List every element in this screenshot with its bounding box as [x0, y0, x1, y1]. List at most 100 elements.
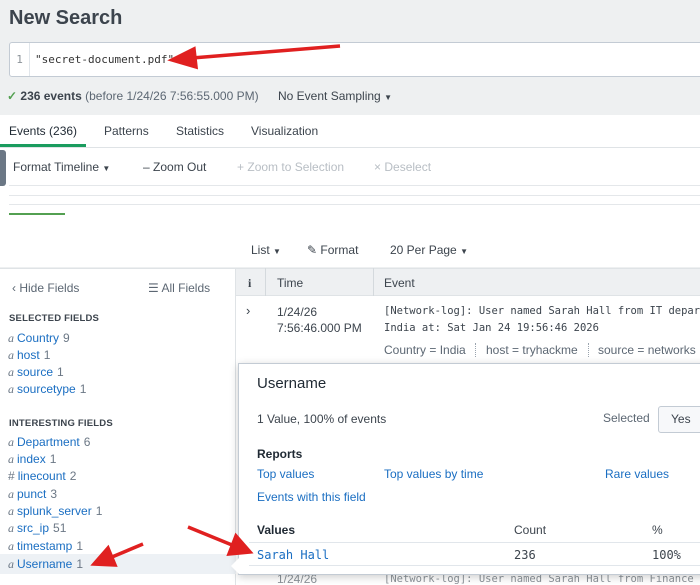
event-count: 236 events	[20, 89, 82, 103]
per-page-label: 20 Per Page	[390, 243, 457, 257]
list-label: List	[251, 243, 270, 257]
string-type-icon: a	[8, 435, 14, 449]
expand-row-chevron-icon[interactable]: ›	[246, 303, 250, 318]
string-type-icon: a	[8, 382, 14, 396]
sampling-label: No Event Sampling	[278, 89, 381, 103]
field-name: index	[17, 452, 46, 466]
field-name: Country	[17, 331, 60, 345]
field-item-timestamp[interactable]: a timestamp 1	[8, 539, 83, 554]
field-value-source[interactable]: source = networks	[598, 343, 696, 357]
format-timeline-label: Format Timeline	[13, 160, 100, 174]
string-type-icon: a	[8, 348, 14, 362]
value-percent: 100%	[652, 548, 681, 562]
field-count: 1	[95, 504, 103, 518]
string-type-icon: a	[8, 487, 14, 501]
values-header: Values	[257, 523, 296, 537]
format-button[interactable]: ✎ Format	[307, 243, 358, 257]
timeline-gridline	[9, 195, 700, 196]
time-column-header[interactable]: Time	[277, 276, 303, 290]
value-count: 236	[514, 548, 536, 562]
field-value-country[interactable]: Country = India	[384, 343, 466, 357]
kv-divider	[475, 343, 476, 357]
field-count: 1	[76, 557, 84, 571]
format-label: Format	[320, 243, 359, 257]
check-icon: ✓	[7, 89, 18, 103]
selected-yes-button[interactable]: Yes	[658, 406, 700, 433]
tab-statistics[interactable]: Statistics	[176, 124, 224, 138]
list-icon: ☰	[148, 281, 159, 295]
field-name: splunk_server	[17, 504, 92, 518]
field-item-src-ip[interactable]: a src_ip 51	[8, 521, 66, 536]
interesting-fields-heading: INTERESTING FIELDS	[9, 418, 113, 429]
field-name: host	[17, 348, 40, 362]
string-type-icon: a	[8, 521, 14, 535]
field-item-sourcetype[interactable]: a sourcetype 1	[8, 382, 86, 397]
events-with-field-link[interactable]: Events with this field	[257, 490, 366, 504]
caret-down-icon: ▼	[102, 164, 111, 173]
list-view-dropdown[interactable]: List ▼	[251, 243, 281, 257]
plus-icon: +	[237, 160, 245, 174]
number-type-icon: #	[8, 469, 15, 483]
event-column-header[interactable]: Event	[384, 276, 415, 290]
timeline-collapse-handle[interactable]	[0, 150, 6, 186]
all-fields-button[interactable]: ☰ All Fields	[148, 281, 210, 295]
page-title: New Search	[9, 7, 123, 29]
time-range: (before 1/24/26 7:56:55.000 PM)	[85, 89, 259, 103]
value-sarah-hall[interactable]: Sarah Hall	[257, 548, 329, 562]
tab-patterns[interactable]: Patterns	[104, 124, 149, 138]
percent-header: %	[652, 523, 663, 537]
field-item-punct[interactable]: a punct 3	[8, 487, 57, 502]
kv-divider	[588, 343, 589, 357]
event-raw-line-1: [Network-log]: User named Sarah Hall fro…	[384, 305, 700, 317]
field-item-source[interactable]: a source 1	[8, 365, 64, 380]
rare-values-link[interactable]: Rare values	[605, 467, 669, 481]
field-item-country[interactable]: a Country 9	[8, 331, 70, 346]
per-page-dropdown[interactable]: 20 Per Page ▼	[390, 243, 468, 257]
field-name: timestamp	[17, 539, 73, 553]
popup-pointer	[231, 558, 239, 574]
field-count: 51	[53, 521, 67, 535]
timeline-histogram-bar[interactable]	[9, 213, 65, 215]
search-query-text[interactable]: "secret-document.pdf"	[35, 43, 174, 76]
top-values-link[interactable]: Top values	[257, 467, 314, 481]
tab-visualization[interactable]: Visualization	[251, 124, 318, 138]
field-count: 1	[43, 348, 51, 362]
count-header: Count	[514, 523, 547, 537]
field-count: 3	[50, 487, 58, 501]
field-count: 2	[69, 469, 77, 483]
field-count: 1	[57, 365, 64, 379]
tab-events[interactable]: Events (236)	[9, 124, 77, 138]
timeline-gridline	[9, 185, 700, 186]
event-count-status: ✓ 236 events (before 1/24/26 7:56:55.000…	[7, 89, 259, 103]
hide-fields-button[interactable]: ‹ Hide Fields	[12, 281, 79, 295]
field-name: src_ip	[17, 521, 50, 535]
deselect-button[interactable]: × Deselect	[374, 160, 431, 174]
field-name: linecount	[17, 469, 66, 483]
string-type-icon: a	[8, 452, 14, 466]
search-input[interactable]: 1 "secret-document.pdf"	[9, 42, 700, 77]
event-time: 7:56:46.000 PM	[277, 321, 362, 335]
popup-summary: 1 Value, 100% of events	[257, 412, 387, 426]
field-name: punct	[17, 487, 47, 501]
field-item-department[interactable]: a Department 6	[8, 435, 90, 450]
event-sampling-dropdown[interactable]: No Event Sampling ▼	[278, 89, 392, 103]
event-date: 1/24/26	[277, 305, 318, 319]
field-item-username[interactable]: a Username 1	[8, 557, 83, 572]
zoom-to-selection-button[interactable]: + Zoom to Selection	[237, 160, 344, 174]
chevron-left-icon: ‹	[12, 281, 16, 295]
zoom-out-button[interactable]: – Zoom Out	[143, 160, 206, 174]
field-item-index[interactable]: a index 1	[8, 452, 56, 467]
string-type-icon: a	[8, 504, 14, 518]
format-timeline-button[interactable]: Format Timeline ▼	[13, 160, 110, 174]
minus-icon: –	[143, 160, 150, 174]
selected-label: Selected	[603, 411, 650, 425]
field-value-host[interactable]: host = tryhackme	[486, 343, 578, 357]
field-item-linecount[interactable]: # linecount 2	[8, 469, 76, 483]
events-table-header	[236, 268, 700, 296]
field-count: 1	[76, 539, 84, 553]
top-values-by-time-link[interactable]: Top values by time	[384, 467, 483, 481]
field-item-host[interactable]: a host 1	[8, 348, 50, 363]
string-type-icon: a	[8, 557, 14, 571]
deselect-label: Deselect	[384, 160, 432, 174]
field-item-splunk-server[interactable]: a splunk_server 1	[8, 504, 102, 519]
